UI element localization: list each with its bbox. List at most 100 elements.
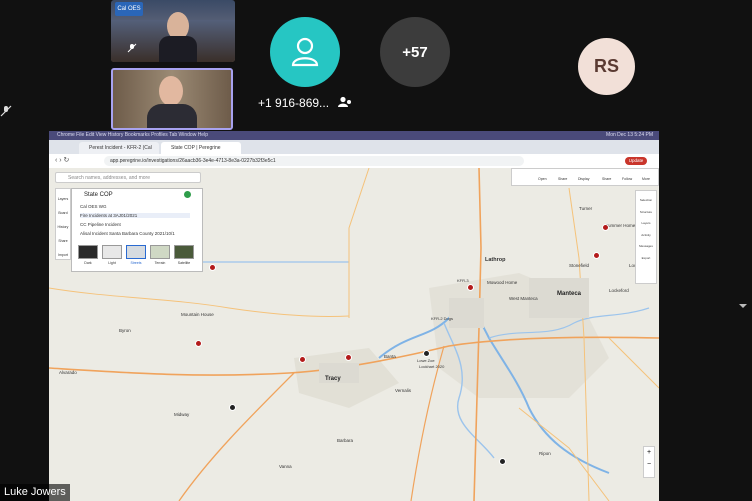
layer-row[interactable]: CC Pipeline Incident [80,222,121,227]
basemap-label: Terrain [154,261,166,265]
basemap-light-thumb[interactable] [102,245,122,259]
person-icon [291,37,319,67]
structure-tool[interactable]: Structure [636,203,656,215]
history-button[interactable]: History [56,217,70,231]
participant-avatar-rs[interactable]: RS [578,38,635,95]
active-speaker-tile[interactable] [111,68,233,130]
map-city-label: Mowood Home [487,280,518,285]
nav-arrows-icon[interactable]: ‹ › ↻ [55,156,69,164]
layer-row[interactable]: Alisal Incident Santa Barbara County 202… [80,231,175,236]
pin-label: Lowe Zoe [417,358,435,363]
phone-participant-label: +1 916-869... [258,96,352,111]
layers-button[interactable]: Layers [56,189,70,203]
map-city-label: Lathrop [485,257,506,263]
browser-tab-bar: Perest Incident - KFR-2 (Cal OES) State … [49,140,659,163]
more-button[interactable]: More [642,177,650,181]
map-city-label: Stonefield [569,263,590,268]
people-icon [338,96,352,111]
zoom-control[interactable]: + − [643,446,655,478]
open-button[interactable]: Open [538,177,547,181]
share-button[interactable]: Share [602,177,611,181]
layer-panel: State COP Cal OES WG Fire Incidents at 3… [71,188,203,272]
map-city-label: Summer Home [605,223,636,228]
os-menu-text: Chrome File Edit View History Bookmarks … [57,132,208,138]
incident-pin-dark[interactable] [499,458,506,465]
incident-pin[interactable] [209,264,216,271]
cal-oes-logo: Cal OES [115,2,143,16]
mic-muted-icon [127,40,137,53]
export-tool[interactable]: Export [636,249,656,261]
incident-pin[interactable] [593,252,600,259]
add-layer-icon[interactable] [184,191,191,198]
layer-row[interactable]: Fire Incidents at 3AJ01/2021 [80,213,190,218]
incident-pin[interactable] [602,224,609,231]
speaker-name-badge: Luke Jowers [0,484,70,501]
pin-label: KFR-2 Dogs [431,316,454,321]
avatar-initials: RS [593,56,619,76]
basemap-dark-thumb[interactable] [78,245,98,259]
incident-pin[interactable] [299,356,306,363]
share-button[interactable]: Share [56,231,70,245]
zoom-out-icon[interactable]: − [644,459,654,471]
participant-body [147,104,197,128]
map-search-input[interactable]: Search names, addresses, and more [55,172,201,183]
pin-label: KFR-3 [457,278,469,283]
shared-screen[interactable]: Chrome File Edit View History Bookmarks … [49,131,659,501]
map-city-label: Manteca [557,291,582,297]
map-city-label: West Manteca [509,296,538,301]
map-city-label: Ripon [539,451,551,456]
map-view[interactable]: Tracy Lathrop Manteca Ripon Banta Mounta… [49,168,659,501]
participant-video-tile[interactable]: Cal OES [111,0,235,62]
pin-label: Lockhart 2020 [419,364,445,369]
map-city-label: Vernalis [395,388,412,393]
import-button[interactable]: Import [56,245,70,259]
participant-body [159,36,197,62]
map-city-label: Byron [119,328,131,333]
browser-tab-active[interactable]: State COP | Peregrine [161,142,241,154]
map-city-label: Mountain House [181,312,214,317]
basemap-label: Streets [130,261,142,265]
browser-address-bar: ‹ › ↻ app.peregrine.io/investigations/26… [49,154,659,169]
map-city-label: Barbara [337,438,354,443]
display-button[interactable]: Display [578,177,589,181]
follow-button[interactable]: Follow [622,177,632,181]
share-button[interactable]: Share [558,177,567,181]
zoom-in-icon[interactable]: + [644,447,654,459]
basemap-terrain-thumb[interactable] [150,245,170,259]
selection-tool[interactable]: Selection [636,191,656,203]
url-field[interactable]: app.peregrine.io/investigations/26aacb36… [104,156,524,166]
map-city-label: Vanna [279,464,292,469]
scroll-down-icon[interactable] [738,298,748,308]
messages-tool[interactable]: Messages [636,237,656,249]
basemap-streets-thumb[interactable] [126,245,146,259]
os-menu-bar: Chrome File Edit View History Bookmarks … [49,131,659,140]
activity-tool[interactable]: Activity [636,226,656,238]
more-participants-button[interactable]: +57 [380,17,450,87]
map-city-label: Midway [174,412,190,417]
board-button[interactable]: Board [56,203,70,217]
more-count: +57 [402,43,428,61]
incident-pin-dark[interactable] [229,404,236,411]
map-city-label: Turner [579,206,593,211]
os-clock: Mon Dec 13 5:24 PM [606,132,653,138]
basemap-label: Light [108,261,116,265]
incident-pin[interactable] [345,354,352,361]
update-button[interactable]: Update [625,157,647,165]
incident-pin[interactable] [467,284,474,291]
mic-muted-icon [0,104,12,117]
browser-tab[interactable]: Perest Incident - KFR-2 (Cal OES) [79,142,159,163]
phone-number-text: +1 916-869... [258,96,330,110]
map-top-toolbar: Open Share Display Share Follow More [511,168,659,186]
incident-pin[interactable] [195,340,202,347]
layer-row[interactable]: Cal OES WG [80,204,107,209]
participant-avatar[interactable] [270,17,340,87]
map-right-toolbar: Selection Structure Layers Activity Mess… [635,190,657,284]
basemap-label: Dark [84,261,92,265]
layers-tool[interactable]: Layers [636,214,656,226]
basemap-satellite-thumb[interactable] [174,245,194,259]
participant-face [159,76,183,106]
layer-panel-title: State COP [84,192,113,198]
incident-pin-dark[interactable] [423,350,430,357]
map-city-label: Banta [384,354,396,359]
map-city-label: Tracy [325,376,341,382]
